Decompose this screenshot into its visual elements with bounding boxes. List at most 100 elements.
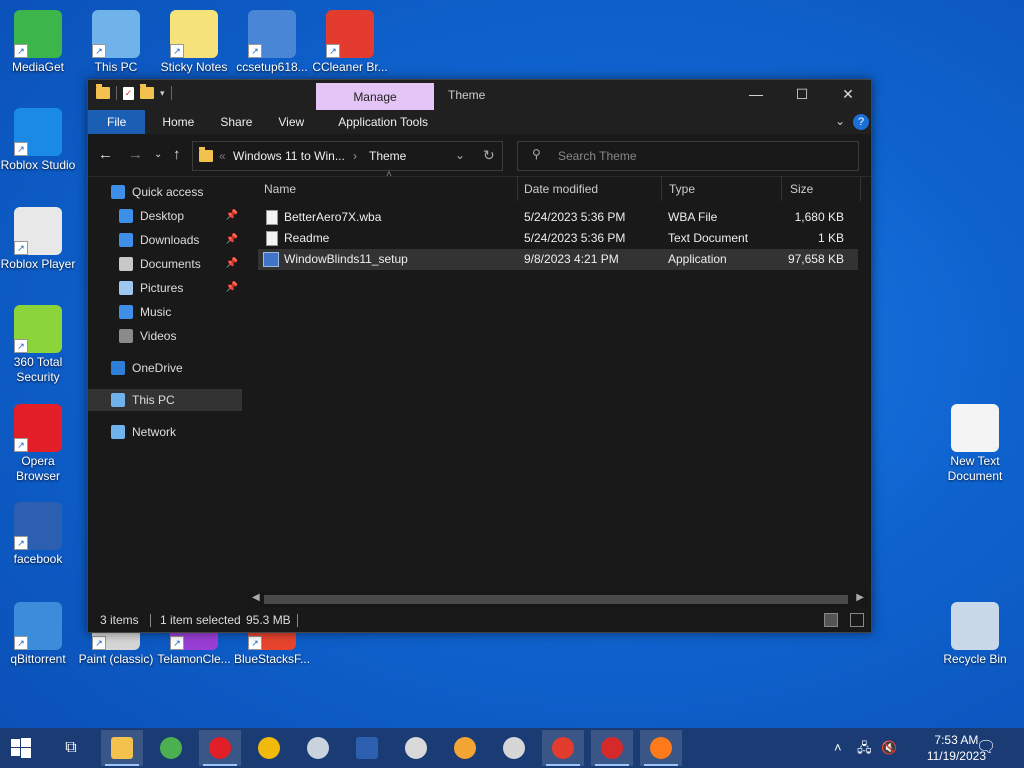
desktop-icon[interactable]: ↗ Sticky Notes (classic) <box>156 10 232 75</box>
sidebar-item[interactable]: Downloads 📌 <box>88 229 242 251</box>
start-button[interactable] <box>0 730 42 766</box>
desktop-icon[interactable]: ↗ Roblox Studio <box>0 108 76 173</box>
scroll-left-icon[interactable]: ◀ <box>252 592 260 603</box>
back-arrow-icon[interactable]: ← <box>98 146 113 163</box>
pin-icon[interactable]: 📌 <box>226 253 238 275</box>
breadcrumb-overflow[interactable]: « <box>219 149 226 163</box>
minimize-button[interactable]: — <box>733 80 779 110</box>
taskbar-app[interactable] <box>542 730 584 766</box>
column-type[interactable]: Type <box>663 177 782 201</box>
scrollbar-thumb[interactable] <box>264 595 848 604</box>
taskbar-app[interactable] <box>346 730 388 766</box>
shortcut-arrow-icon: ↗ <box>14 142 28 156</box>
sidebar-item[interactable]: Pictures 📌 <box>88 277 242 299</box>
desktop-icon[interactable]: ↗ Opera Browser <box>0 404 76 484</box>
sidebar-item[interactable]: This PC <box>88 389 242 411</box>
desktop-icon[interactable]: ↗ qBittorrent <box>0 602 76 667</box>
tab-share[interactable]: Share <box>207 110 265 134</box>
show-hidden-icons-icon[interactable]: ˄ <box>834 728 842 768</box>
close-button[interactable]: ✕ <box>825 80 871 110</box>
shortcut-arrow-icon: ↗ <box>170 636 184 650</box>
recent-locations-icon[interactable]: ⌄ <box>154 149 162 160</box>
sidebar-item[interactable]: Documents 📌 <box>88 253 242 275</box>
up-arrow-icon[interactable]: ↑ <box>173 146 181 163</box>
large-icons-view-icon[interactable] <box>850 613 864 627</box>
chevron-right-icon[interactable]: › <box>353 149 357 163</box>
network-tray-icon[interactable]: 🖧 <box>857 728 872 768</box>
new-folder-icon[interactable] <box>140 84 154 99</box>
file-row[interactable]: BetterAero7X.wba 5/24/2023 5:36 PM WBA Fil… <box>258 207 858 228</box>
binance-icon <box>258 736 280 759</box>
column-size[interactable]: Size <box>783 177 861 201</box>
sidebar-item[interactable]: OneDrive <box>88 357 242 379</box>
task-view-icon[interactable]: ⧉ <box>50 730 92 766</box>
divider <box>297 614 298 627</box>
properties-icon[interactable]: ✓ <box>123 86 134 100</box>
pin-icon[interactable]: 📌 <box>226 205 238 227</box>
taskbar-app[interactable] <box>101 730 143 766</box>
file-row[interactable]: Readme 5/24/2023 5:36 PM Text Document 1 KB <box>258 228 858 249</box>
tab-view[interactable]: View <box>265 110 317 134</box>
tab-application-tools[interactable]: Application Tools <box>325 110 441 134</box>
taskbar-app[interactable] <box>444 730 486 766</box>
breadcrumb-parent[interactable]: Windows 11 to Win... <box>233 149 345 163</box>
taskbar-app[interactable] <box>493 730 535 766</box>
desktop-icon[interactable]: ↗ 360 Total Security <box>0 305 76 385</box>
tab-file[interactable]: File <box>88 110 146 134</box>
file-row[interactable]: WindowBlinds11_setup 9/8/2023 4:21 PM Appl… <box>258 249 858 270</box>
customize-toolbar-icon[interactable]: ▾ <box>160 88 165 99</box>
desktop-icon[interactable]: ↗ This PC <box>78 10 154 75</box>
desktop-icon[interactable]: ↗ MediaGet <box>0 10 76 75</box>
sidebar-item[interactable]: Quick access <box>88 181 242 203</box>
taskbar-app[interactable] <box>150 730 192 766</box>
taskbar-app[interactable] <box>395 730 437 766</box>
desktop-icon[interactable]: Recycle Bin <box>937 602 1013 667</box>
taskbar-app[interactable] <box>297 730 339 766</box>
details-view-icon[interactable] <box>824 613 838 627</box>
text-document-icon <box>951 404 999 452</box>
taskbar-app[interactable] <box>199 730 241 766</box>
computer-icon: ↗ <box>92 10 140 58</box>
mediaget-icon: ↗ <box>14 10 62 58</box>
tab-home[interactable]: Home <box>149 110 207 134</box>
desktop-icon[interactable]: ↗ CCleaner Br... <box>312 10 388 75</box>
address-dropdown-icon[interactable]: ⌄ <box>455 148 465 162</box>
selection-count: 1 item selected <box>160 613 241 627</box>
paint-taskbar-icon <box>503 736 525 759</box>
shortcut-arrow-icon: ↗ <box>14 339 28 353</box>
pin-icon[interactable]: 📌 <box>226 229 238 251</box>
taskbar-app[interactable] <box>248 730 290 766</box>
desktop-icon-label: Roblox Player <box>0 257 76 271</box>
address-bar[interactable]: « Windows 11 to Win... › Theme ⌄ ↻ <box>192 141 503 171</box>
notifications-icon[interactable]: 🗨 <box>976 728 996 768</box>
maximize-button[interactable]: ☐ <box>779 80 825 110</box>
sidebar-item-label: Quick access <box>132 185 204 199</box>
star-icon <box>111 185 125 199</box>
taskbar-app[interactable] <box>640 730 682 766</box>
help-icon[interactable]: ? <box>853 114 869 130</box>
sidebar-item[interactable]: Videos <box>88 325 242 347</box>
horizontal-scrollbar[interactable]: ◀ ▶ <box>248 591 868 607</box>
sidebar-item[interactable]: Desktop 📌 <box>88 205 242 227</box>
search-box[interactable]: ⚲ Search Theme <box>517 141 859 171</box>
refresh-icon[interactable]: ↻ <box>483 147 495 164</box>
taskbar-app[interactable] <box>591 730 633 766</box>
volume-muted-icon[interactable]: 🔇 <box>881 728 897 768</box>
scroll-right-icon[interactable]: ▶ <box>856 592 864 603</box>
pin-icon[interactable]: 📌 <box>226 277 238 299</box>
forward-arrow-icon[interactable]: → <box>128 146 143 163</box>
desktop-icon[interactable]: ↗ facebook <box>0 502 76 567</box>
manage-tab[interactable]: Manage <box>316 83 434 110</box>
desktop-icon[interactable]: ↗ Roblox Player <box>0 207 76 272</box>
expand-ribbon-icon[interactable]: ⌄ <box>835 114 845 128</box>
column-date-modified[interactable]: Date modified <box>519 177 662 201</box>
sidebar-item[interactable]: Music <box>88 301 242 323</box>
breadcrumb-current[interactable]: Theme <box>369 149 406 163</box>
column-name[interactable]: Name <box>258 177 518 201</box>
desktop-icon[interactable]: ↗ ccsetup618... <box>234 10 310 75</box>
desktop-icon[interactable]: New Text Document <box>937 404 1013 484</box>
title-bar[interactable]: ✓ ▾ Manage Theme — ☐ ✕ <box>88 80 871 110</box>
file-size: 1 KB <box>817 231 844 245</box>
world-of-tanks-icon <box>405 736 427 759</box>
sidebar-item[interactable]: Network <box>88 421 242 443</box>
